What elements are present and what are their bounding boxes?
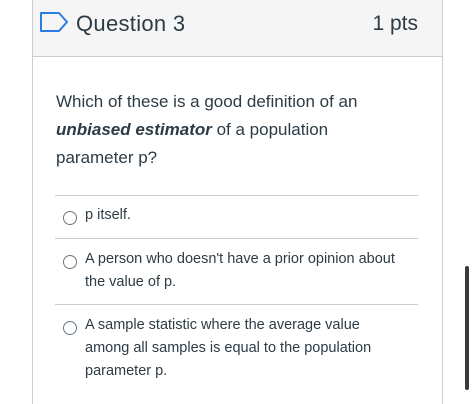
- answer-divider: [55, 238, 418, 239]
- question-points: 1 pts: [372, 12, 418, 35]
- question-title: Question 3: [76, 11, 186, 36]
- answer-label-1: p itself.: [85, 207, 131, 223]
- answer-label-2: A person who doesn't have a prior opinio…: [85, 251, 395, 290]
- answer-label-3: A sample statistic where the average val…: [85, 317, 372, 379]
- question-text: Which of these is a good definition of a…: [56, 88, 376, 172]
- answer-radio-1[interactable]: [63, 211, 77, 225]
- scrollbar[interactable]: [465, 266, 469, 390]
- answer-divider: [55, 304, 418, 305]
- answer-radio-3[interactable]: [63, 321, 77, 335]
- answer-divider: [55, 195, 418, 196]
- question-text-before: Which of these is a good definition of a…: [56, 92, 358, 111]
- question-header: Question 3 1 pts: [33, 0, 442, 57]
- question-text-emphasis: unbiased estimator: [56, 120, 212, 139]
- answer-radio-2[interactable]: [63, 255, 77, 269]
- question-card: Question 3 1 pts Which of these is a goo…: [32, 0, 443, 404]
- flag-icon[interactable]: [39, 11, 69, 33]
